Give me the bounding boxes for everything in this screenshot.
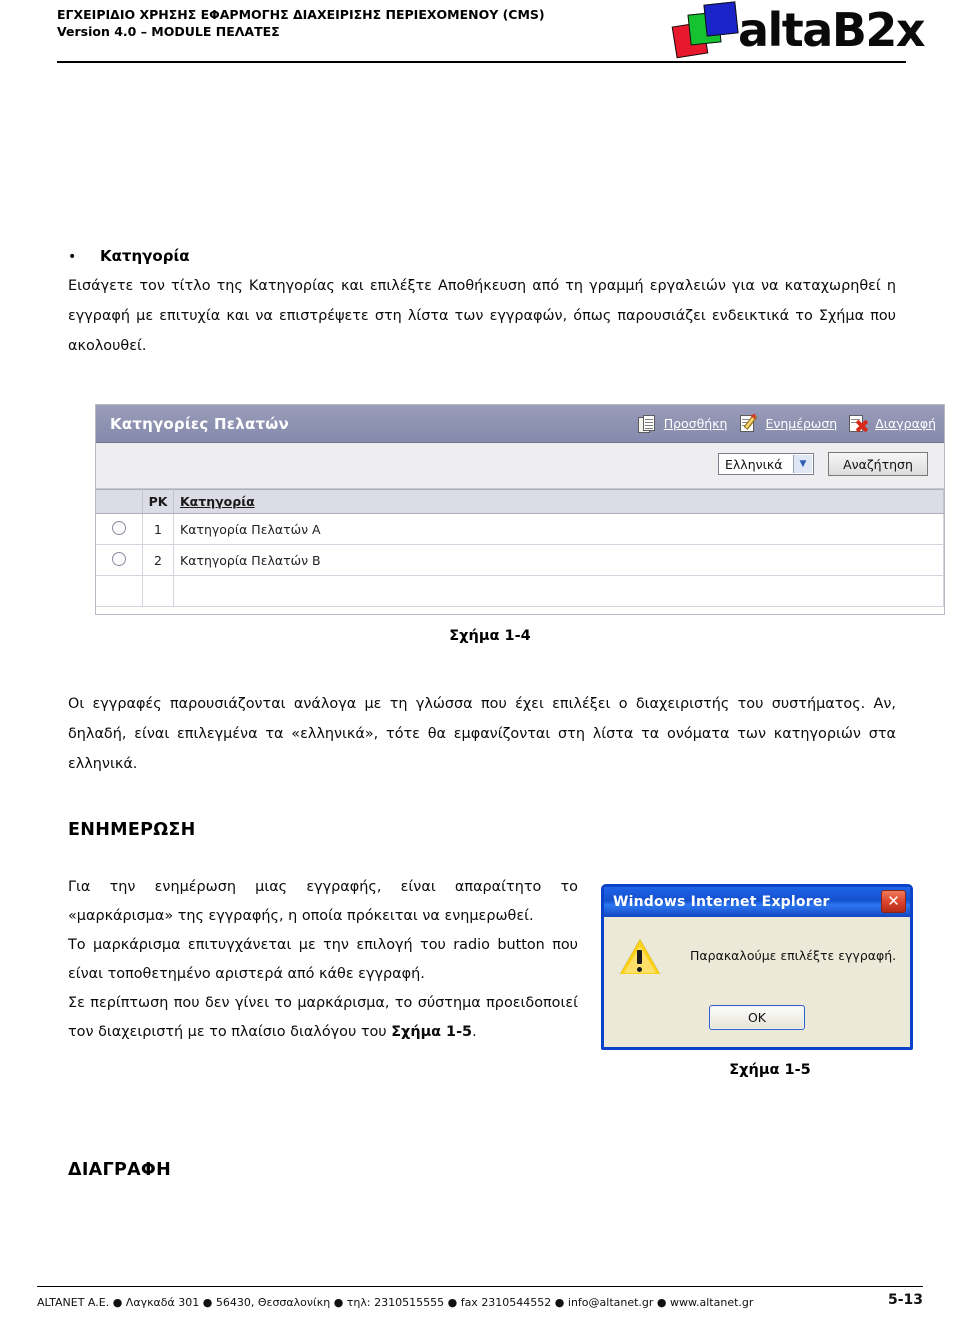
table-header-row: PK Κατηγορία — [96, 489, 944, 514]
search-button[interactable]: Αναζήτηση — [828, 452, 928, 476]
update-paragraph-3-end: . — [472, 1024, 477, 1040]
update-paragraph-2: Το μαρκάρισμα επιτυγχάνεται με την επιλο… — [68, 937, 578, 982]
manual-version-line: Version 4.0 – MODULE ΠΕΛΑΤΕΣ — [57, 24, 280, 39]
header-divider — [57, 61, 906, 63]
close-icon[interactable]: ✕ — [881, 890, 906, 913]
table-row[interactable]: 2 Κατηγορία Πελατών Β — [96, 544, 944, 576]
page-number: 5-13 — [887, 1292, 923, 1308]
logo-wordmark: altaB2x — [738, 3, 926, 57]
cms-searchbar: Ελληνικά ▼ Αναζήτηση — [96, 443, 944, 489]
cms-action-delete-label: Διαγραφή — [875, 416, 936, 431]
section-heading-diagrafi: ΔΙΑΓΡΑΦΗ — [68, 1160, 172, 1180]
update-paragraphs: Για την ενημέρωση μιας εγγραφής, είναι α… — [68, 873, 578, 1047]
footer-cell — [142, 575, 174, 607]
ie-dialog-body: Παρακαλούμε επιλέξτε εγγραφή. OK — [604, 917, 910, 1047]
table-header-select — [96, 489, 143, 514]
table-empty-footer-row — [96, 575, 944, 607]
page-footer: ALTANET A.E. ● Λαγκαδά 301 ● 56430, Θεσσ… — [0, 1286, 960, 1332]
cms-screenshot-figure: Κατηγορίες Πελατών Προσθήκη Ενημέρωση Δι… — [95, 404, 945, 615]
footer-company-info: ALTANET A.E. ● Λαγκαδά 301 ● 56430, Θεσσ… — [37, 1296, 754, 1309]
figure-caption-1-5: Σχήμα 1-5 — [729, 1062, 811, 1078]
figure-caption-1-4: Σχήμα 1-4 — [449, 628, 531, 644]
row-pk-cell: 1 — [142, 513, 174, 545]
ok-button[interactable]: OK — [709, 1005, 805, 1030]
row-name-cell: Κατηγορία Πελατών Α — [173, 513, 944, 545]
cms-action-add[interactable]: Προσθήκη — [637, 413, 728, 435]
language-paragraph: Οι εγγραφές παρουσιάζονται ανάλογα με τη… — [68, 696, 896, 772]
figure-reference-1-5: Σχήμα 1-5 — [391, 1024, 473, 1040]
manual-title-line: ΕΓΧΕΙΡΙΔΙΟ ΧΡΗΣΗΣ ΕΦΑΡΜΟΓΗΣ ΔΙΑΧΕΙΡΙΣΗΣ … — [57, 7, 545, 22]
table-header-category[interactable]: Κατηγορία — [173, 489, 944, 514]
section-heading-enimerosi: ΕΝΗΜΕΡΩΣΗ — [68, 820, 196, 840]
table-header-pk: PK — [142, 489, 174, 514]
bullet-marker-icon: • — [68, 249, 77, 265]
language-select-value: Ελληνικά — [725, 456, 783, 472]
ie-dialog-message: Παρακαλούμε επιλέξτε εγγραφή. — [690, 948, 897, 963]
cms-titlebar: Κατηγορίες Πελατών Προσθήκη Ενημέρωση Δι… — [96, 405, 944, 443]
ie-dialog-title: Windows Internet Explorer — [613, 894, 830, 910]
intro-paragraph: Εισάγετε τον τίτλο της Κατηγορίας και επ… — [68, 278, 896, 354]
update-paragraph-1: Για την ενημέρωση μιας εγγραφής, είναι α… — [68, 879, 578, 924]
edit-pencil-icon — [739, 411, 761, 435]
footer-cell — [96, 575, 143, 607]
bullet-item-label: Κατηγορία — [100, 247, 190, 265]
table-row[interactable]: 1 Κατηγορία Πελατών Α — [96, 513, 944, 545]
ie-dialog: Windows Internet Explorer ✕ Παρακαλούμε … — [601, 884, 913, 1050]
categories-table: PK Κατηγορία 1 Κατηγορία Πελατών Α 2 Κατ… — [96, 489, 944, 607]
delete-x-icon — [849, 413, 871, 435]
radio-button[interactable] — [112, 520, 126, 535]
ie-dialog-titlebar: Windows Internet Explorer ✕ — [604, 887, 910, 917]
logo-square-blue-icon — [703, 1, 739, 37]
row-pk-cell: 2 — [142, 544, 174, 576]
radio-button[interactable] — [112, 551, 126, 566]
footer-divider — [37, 1286, 923, 1287]
row-radio-cell[interactable] — [96, 513, 143, 545]
update-paragraph-3-text: Σε περίπτωση που δεν γίνει το μαρκάρισμα… — [68, 995, 578, 1040]
page-header: ΕΓΧΕΙΡΙΔΙΟ ΧΡΗΣΗΣ ΕΦΑΡΜΟΓΗΣ ΔΙΑΧΕΙΡΙΣΗΣ … — [0, 0, 960, 70]
cms-toolbar: Προσθήκη Ενημέρωση Διαγραφή — [637, 405, 936, 442]
cms-action-add-label: Προσθήκη — [663, 416, 728, 431]
cms-action-update-label: Ενημέρωση — [765, 416, 838, 431]
row-name-cell: Κατηγορία Πελατών Β — [173, 544, 944, 576]
bullet-item-katigoria: • Κατηγορία — [68, 246, 190, 267]
cms-panel-title: Κατηγορίες Πελατών — [110, 414, 289, 433]
header-title-block: ΕΓΧΕΙΡΙΔΙΟ ΧΡΗΣΗΣ ΕΦΑΡΜΟΓΗΣ ΔΙΑΧΕΙΡΙΣΗΣ … — [57, 6, 677, 40]
language-select[interactable]: Ελληνικά ▼ — [718, 453, 814, 475]
altab2x-logo: altaB2x — [671, 1, 926, 60]
add-pages-icon — [637, 413, 660, 435]
cms-action-delete[interactable]: Διαγραφή — [849, 413, 936, 435]
update-paragraph-3: Σε περίπτωση που δεν γίνει το μαρκάρισμα… — [68, 989, 578, 1047]
chevron-down-icon: ▼ — [793, 455, 812, 473]
row-radio-cell[interactable] — [96, 544, 143, 576]
warning-triangle-icon — [620, 939, 660, 975]
footer-cell — [173, 575, 944, 607]
cms-action-update[interactable]: Ενημέρωση — [739, 411, 838, 435]
